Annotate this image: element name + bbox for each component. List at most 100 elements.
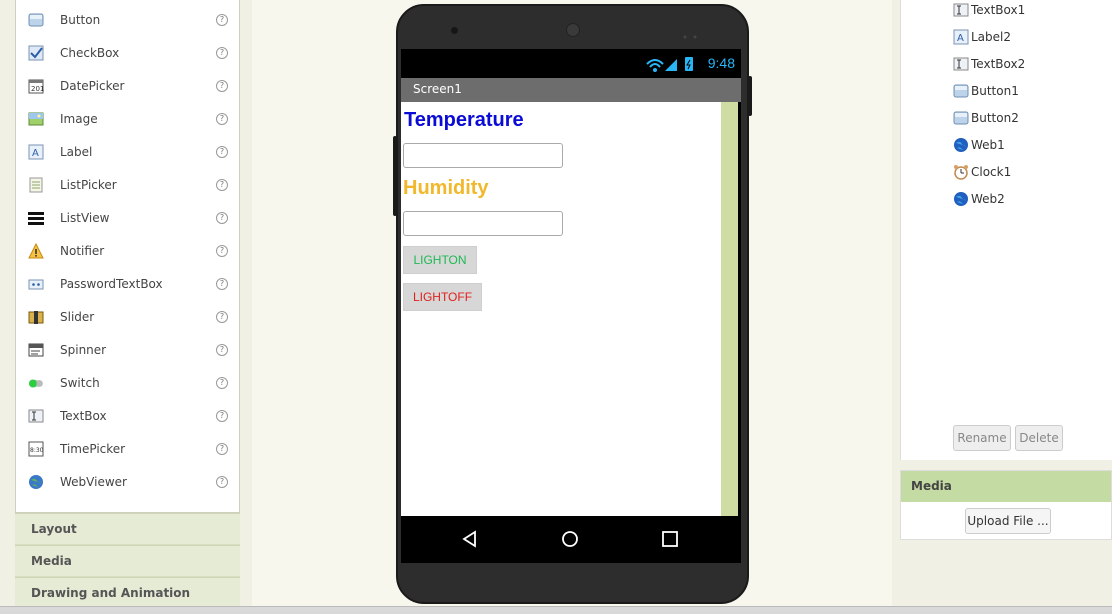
palette-item-listpicker[interactable]: ListPicker ? xyxy=(28,174,228,196)
listpicker-icon xyxy=(28,177,44,193)
component-label2[interactable]: A Label2 xyxy=(953,28,1011,46)
palette-item-label: Label xyxy=(60,145,93,159)
component-textbox2[interactable]: TextBox2 xyxy=(953,55,1025,73)
palette-item-slider[interactable]: Slider ? xyxy=(28,306,228,328)
component-label: Button2 xyxy=(971,111,1019,125)
media-panel-title: Media xyxy=(901,471,1111,502)
svg-text:8:30: 8:30 xyxy=(30,447,44,454)
clock-icon xyxy=(953,164,969,180)
palette-item-switch[interactable]: Switch ? xyxy=(28,372,228,394)
help-icon[interactable]: ? xyxy=(216,14,228,26)
button-icon xyxy=(953,110,969,126)
palette-panel: Button ? CheckBox ? 201 DatePicker ? Ima… xyxy=(0,0,252,614)
component-button1[interactable]: Button1 xyxy=(953,82,1019,100)
palette-item-label: Button xyxy=(60,13,101,27)
palette-item-label: Spinner xyxy=(60,343,107,357)
component-web2[interactable]: Web2 xyxy=(953,190,1005,208)
status-time: 9:48 xyxy=(707,55,735,71)
help-icon[interactable]: ? xyxy=(216,47,228,59)
media-panel: Media Upload File ... xyxy=(900,470,1112,540)
back-icon[interactable] xyxy=(461,530,479,548)
viewer-panel: 9:48 Screen1 Temperature Humidity LIGHTO… xyxy=(252,0,892,606)
component-label: Clock1 xyxy=(971,165,1012,179)
palette-item-datepicker[interactable]: 201 DatePicker ? xyxy=(28,75,228,97)
delete-button[interactable]: Delete xyxy=(1015,425,1063,451)
android-nav-bar xyxy=(401,516,741,563)
help-icon[interactable]: ? xyxy=(216,344,228,356)
label-humidity[interactable]: Humidity xyxy=(403,177,489,200)
label-temperature[interactable]: Temperature xyxy=(404,109,524,132)
help-icon[interactable]: ? xyxy=(216,80,228,92)
components-tree: TextBox1 A Label2 TextBox2 Button1 Butto… xyxy=(900,0,1112,460)
component-label: Web2 xyxy=(971,192,1005,206)
palette-item-label[interactable]: A Label ? xyxy=(28,141,228,163)
user-interface-palette: Button ? CheckBox ? 201 DatePicker ? Ima… xyxy=(15,0,240,513)
palette-item-label: DatePicker xyxy=(60,79,125,93)
rename-button[interactable]: Rename xyxy=(953,425,1011,451)
component-label: Button1 xyxy=(971,84,1019,98)
palette-item-listview[interactable]: ListView ? xyxy=(28,207,228,229)
help-icon[interactable]: ? xyxy=(216,311,228,323)
status-bar: 9:48 xyxy=(401,49,741,78)
palette-item-label: TextBox xyxy=(60,409,107,423)
help-icon[interactable]: ? xyxy=(216,146,228,158)
drawer-drawing-animation[interactable]: Drawing and Animation xyxy=(15,577,240,610)
palette-item-spinner[interactable]: Spinner ? xyxy=(28,339,228,361)
palette-item-label: Notifier xyxy=(60,244,105,258)
textbox-icon xyxy=(28,408,44,424)
help-icon[interactable]: ? xyxy=(216,443,228,455)
palette-item-timepicker[interactable]: 8:30 TimePicker ? xyxy=(28,438,228,460)
component-clock1[interactable]: Clock1 xyxy=(953,163,1011,181)
help-icon[interactable]: ? xyxy=(216,410,228,422)
component-label: TextBox1 xyxy=(971,3,1026,17)
help-icon[interactable]: ? xyxy=(216,113,228,125)
web-icon xyxy=(953,137,969,153)
component-button2[interactable]: Button2 xyxy=(953,109,1019,127)
image-icon xyxy=(28,111,44,127)
phone-screen: 9:48 Screen1 Temperature Humidity LIGHTO… xyxy=(401,49,741,563)
phone-side-button xyxy=(393,136,397,216)
help-icon[interactable]: ? xyxy=(216,278,228,290)
component-label: TextBox2 xyxy=(971,57,1026,71)
button-icon xyxy=(953,83,969,99)
palette-item-notifier[interactable]: Notifier ? xyxy=(28,240,228,262)
password-icon xyxy=(28,276,44,292)
upload-file-button[interactable]: Upload File ... xyxy=(965,508,1051,534)
palette-item-image[interactable]: Image ? xyxy=(28,108,228,130)
palette-item-webviewer[interactable]: WebViewer ? xyxy=(28,471,228,493)
palette-item-checkbox[interactable]: CheckBox ? xyxy=(28,42,228,64)
home-icon[interactable] xyxy=(561,530,579,548)
help-icon[interactable]: ? xyxy=(216,212,228,224)
palette-item-button[interactable]: Button ? xyxy=(28,9,228,31)
palette-item-label: TimePicker xyxy=(60,442,126,456)
drawer-layout[interactable]: Layout xyxy=(15,513,240,546)
component-textbox1[interactable]: TextBox1 xyxy=(953,1,1025,19)
light-on-button[interactable]: LIGHTON xyxy=(403,246,477,274)
timepicker-icon: 8:30 xyxy=(28,441,44,457)
label-icon: A xyxy=(953,29,969,45)
help-icon[interactable]: ? xyxy=(216,179,228,191)
palette-item-passwordtextbox[interactable]: PasswordTextBox ? xyxy=(28,273,228,295)
palette-item-label: ListPicker xyxy=(60,178,117,192)
bottom-bar xyxy=(0,606,1112,614)
listview-icon xyxy=(28,210,44,226)
spinner-icon xyxy=(28,342,44,358)
recents-icon[interactable] xyxy=(661,530,679,548)
palette-item-label: Image xyxy=(60,112,98,126)
palette-item-textbox[interactable]: TextBox ? xyxy=(28,405,228,427)
help-icon[interactable]: ? xyxy=(216,377,228,389)
button-icon xyxy=(28,12,44,28)
textbox-2[interactable] xyxy=(403,211,563,236)
help-icon[interactable]: ? xyxy=(216,476,228,488)
light-off-button[interactable]: LIGHTOFF xyxy=(403,283,482,311)
drawer-media[interactable]: Media xyxy=(15,545,240,578)
textbox-1[interactable] xyxy=(403,143,563,168)
component-web1[interactable]: Web1 xyxy=(953,136,1005,154)
phone-mockup: 9:48 Screen1 Temperature Humidity LIGHTO… xyxy=(393,4,752,604)
palette-item-label: CheckBox xyxy=(60,46,120,60)
screen-scroll-strip xyxy=(721,102,738,516)
phone-speaker xyxy=(566,23,580,37)
palette-item-label: ListView xyxy=(60,211,110,225)
help-icon[interactable]: ? xyxy=(216,245,228,257)
webviewer-icon xyxy=(28,474,44,490)
